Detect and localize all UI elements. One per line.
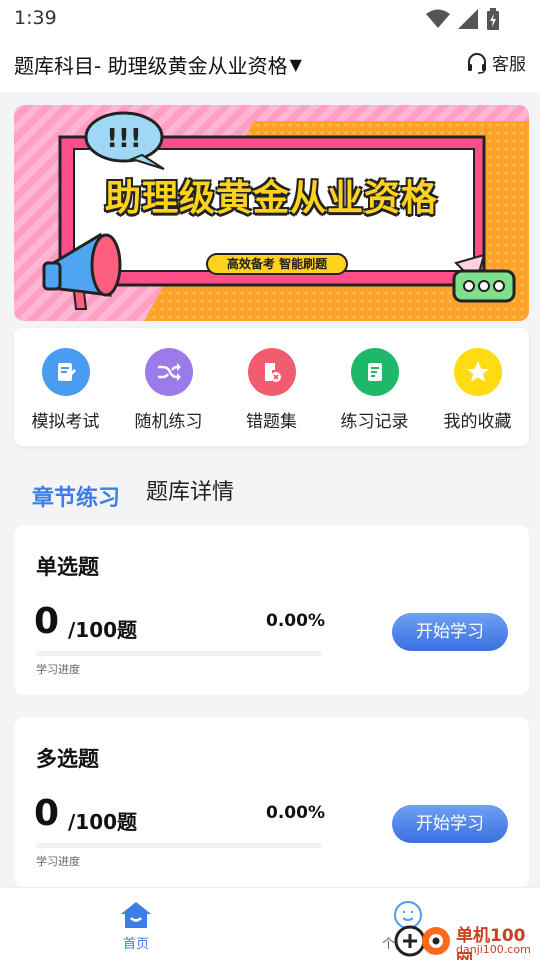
question-type-card: 多选题 0 /100题 0.00% 学习进度 开始学习 [14,717,529,887]
action-mock-exam[interactable]: 模拟考试 [16,328,116,446]
action-wrong-questions[interactable]: 错题集 [222,328,322,446]
progress-bar [36,651,322,656]
action-label: 随机练习 [134,412,203,432]
nav-home-label: 首页 [122,937,149,952]
question-type-card: 单选题 0 /100题 0.00% 学习进度 开始学习 [14,525,529,695]
progress-percent: 0.00% [266,803,325,823]
subject-label: 题库科目- 助理级黄金从业资格 [14,54,288,78]
headset-icon [468,52,486,74]
progress-caption: 学习进度 [36,855,80,868]
customer-service-button[interactable]: 客服 [466,50,526,75]
dropdown-triangle-icon: ▼ [289,55,302,74]
promo-banner[interactable]: !!! 助理级黄金从业资格 高效备考 智能刷题 [14,105,529,321]
battery-icon [487,8,499,30]
total-count: /100题 [68,618,138,642]
svg-text:!!!: !!! [106,124,142,154]
tab-chapter-practice[interactable]: 章节练习 [32,480,120,512]
watermark-logo-icon [394,925,450,957]
card-title: 单选题 [36,555,99,579]
status-bar: 1:39 [0,0,540,38]
wifi-icon [426,9,450,28]
banner-title: 助理级黄金从业资格 [104,178,438,219]
site-watermark: 单机100网 danji100.com [392,917,540,960]
action-label: 练习记录 [340,412,409,432]
completed-count: 0 [34,793,60,834]
action-label: 错题集 [246,412,297,432]
action-label: 我的收藏 [443,412,512,432]
banner-tagline: 高效备考 智能刷题 [206,253,348,275]
start-learning-button[interactable]: 开始学习 [392,613,508,651]
customer-service-label: 客服 [492,55,526,75]
start-learning-button[interactable]: 开始学习 [392,805,508,843]
total-count: /100题 [68,810,138,834]
status-icons [426,8,500,30]
progress-bar [36,843,322,848]
wrong-questions-icon [247,348,296,396]
practice-record-icon [350,348,399,396]
progress-caption: 学习进度 [36,663,80,676]
progress-percent: 0.00% [266,611,325,631]
shuffle-icon [144,348,193,396]
nav-home[interactable]: 首页 [110,900,162,952]
action-label: 模拟考试 [31,412,100,432]
action-my-favorites[interactable]: 我的收藏 [428,328,528,446]
completed-count: 0 [34,601,60,642]
tab-question-bank-details[interactable]: 题库详情 [146,474,234,506]
quick-actions: 模拟考试 随机练习 错题集 练习记录 我的收藏 [14,328,529,446]
app-header: 题库科目- 助理级黄金从业资格 ▼ 客服 [0,38,540,92]
home-icon [121,902,151,928]
status-time: 1:39 [14,7,57,29]
subject-selector[interactable]: 题库科目- 助理级黄金从业资格 ▼ [14,50,302,79]
card-title: 多选题 [36,747,99,771]
watermark-url: danji100.com [456,943,531,956]
star-icon [453,348,502,396]
action-practice-records[interactable]: 练习记录 [325,328,425,446]
cell-signal-icon [458,9,478,29]
action-random-practice[interactable]: 随机练习 [119,328,219,446]
exam-icon [41,348,90,396]
